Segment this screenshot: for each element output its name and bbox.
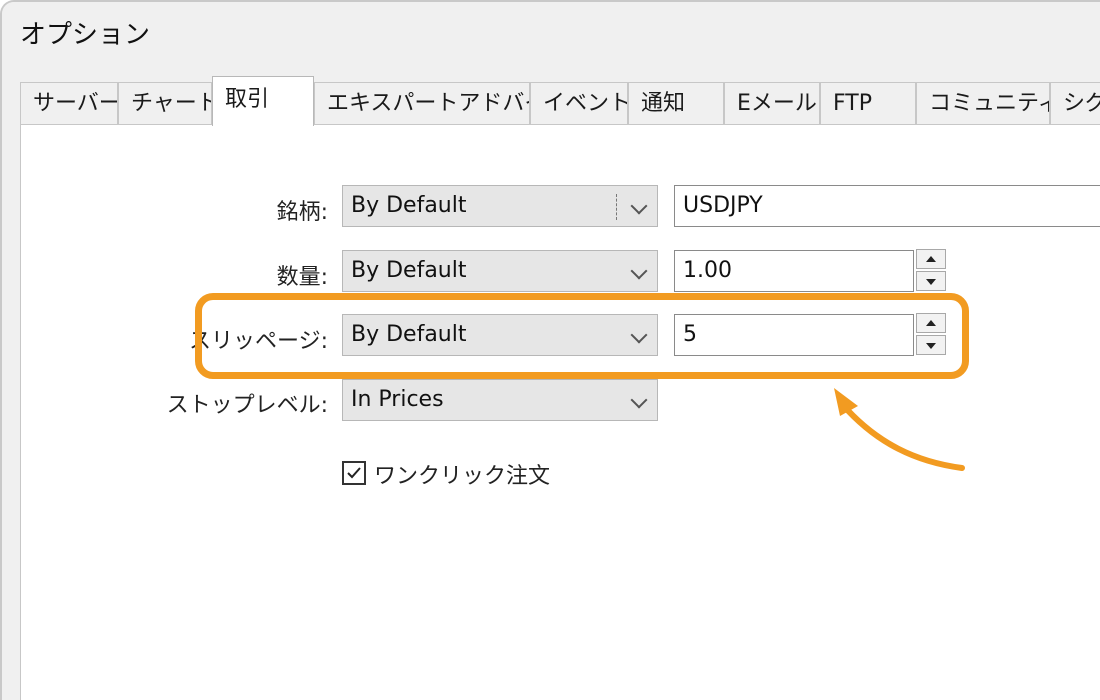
tab-ftp[interactable]: FTP xyxy=(820,82,916,124)
tab-server[interactable]: サーバー xyxy=(20,82,118,124)
tab-strip: サーバー チャート 取引 エキスパートアドバイザ イベント 通知 Eメール FT… xyxy=(20,76,1100,126)
volume-label: 数量: xyxy=(276,265,328,290)
chevron-down-icon xyxy=(630,197,648,215)
one-click-label: ワンクリック注文 xyxy=(374,464,551,489)
checkmark-icon xyxy=(347,467,361,479)
triangle-down-icon xyxy=(926,279,936,285)
annotation-arrow-icon xyxy=(834,388,965,471)
chevron-down-icon xyxy=(630,262,648,280)
tab-chart[interactable]: チャート xyxy=(118,82,212,124)
chevron-down-icon xyxy=(630,391,648,409)
window-title: オプション xyxy=(20,20,151,50)
select-separator xyxy=(616,194,617,220)
tab-events[interactable]: イベント xyxy=(530,82,628,124)
volume-decrement-button[interactable] xyxy=(916,271,946,291)
title-bar[interactable]: オプション xyxy=(2,2,1100,64)
tab-email[interactable]: Eメール xyxy=(724,82,820,124)
volume-mode-value: By Default xyxy=(351,258,467,283)
tab-signals[interactable]: シグ xyxy=(1050,82,1100,124)
options-window: オプション サーバー チャート 取引 エキスパートアドバイザ イベント 通知 E… xyxy=(0,0,1100,700)
volume-spinner xyxy=(916,249,946,293)
volume-mode-select[interactable]: By Default xyxy=(342,250,658,292)
stoplevel-mode-value: In Prices xyxy=(351,387,444,412)
tab-expert-advisors[interactable]: エキスパートアドバイザ xyxy=(314,82,530,124)
stoplevel-label: ストップレベル: xyxy=(166,393,328,418)
symbol-mode-select[interactable]: By Default xyxy=(342,185,658,227)
symbol-input[interactable]: USDJPY xyxy=(674,185,1100,227)
symbol-label: 銘柄: xyxy=(276,200,328,225)
tab-trade[interactable]: 取引 xyxy=(212,76,314,126)
tab-notifications[interactable]: 通知 xyxy=(628,82,724,124)
slippage-highlight-frame xyxy=(195,293,969,379)
volume-input[interactable]: 1.00 xyxy=(674,250,914,292)
triangle-up-icon xyxy=(926,256,936,262)
symbol-mode-value: By Default xyxy=(351,193,467,218)
tab-community[interactable]: コミュニティー xyxy=(916,82,1050,124)
stoplevel-mode-select[interactable]: In Prices xyxy=(342,379,658,421)
volume-increment-button[interactable] xyxy=(916,249,946,269)
one-click-checkbox[interactable] xyxy=(342,461,366,485)
